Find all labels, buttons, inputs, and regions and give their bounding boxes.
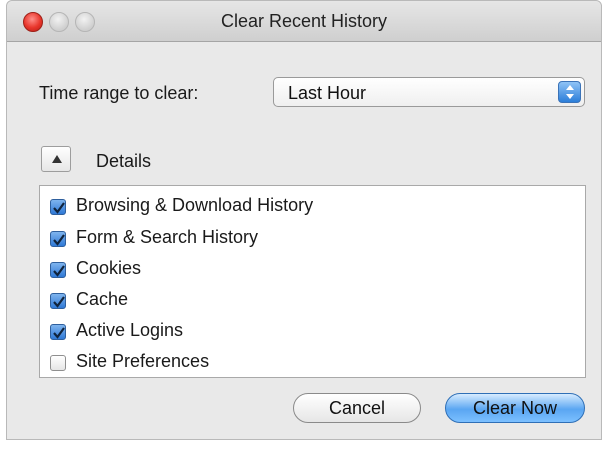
details-label: Details — [96, 151, 152, 171]
title-bar: Clear Recent History — [7, 1, 601, 42]
updown-arrows-icon — [558, 81, 581, 103]
checkbox[interactable] — [50, 293, 66, 309]
item-label: Form & Search History — [76, 227, 259, 247]
item-label: Cache — [76, 289, 129, 309]
checkmark-icon — [53, 234, 65, 246]
checkbox[interactable] — [50, 355, 66, 371]
checkbox[interactable] — [50, 231, 66, 247]
item-label: Active Logins — [76, 320, 184, 340]
details-list: Browsing & Download History Form & Searc… — [39, 185, 586, 378]
time-range-select[interactable]: Last Hour — [273, 77, 585, 107]
details-toggle-button[interactable] — [41, 146, 71, 172]
time-range-label: Time range to clear: — [39, 83, 199, 103]
window-title: Clear Recent History — [220, 11, 388, 31]
cancel-button[interactable]: Cancel — [293, 393, 421, 423]
checkmark-icon — [53, 265, 65, 277]
clear-now-button[interactable]: Clear Now — [445, 393, 585, 423]
checkbox[interactable] — [50, 262, 66, 278]
checkbox[interactable] — [50, 199, 66, 215]
item-label: Cookies — [76, 258, 142, 278]
checkmark-icon — [53, 327, 65, 339]
item-label: Site Preferences — [76, 351, 210, 371]
checkmark-icon — [53, 296, 65, 308]
clear-history-dialog: Clear Recent History Time range to clear… — [6, 0, 602, 440]
time-range-value: Last Hour — [288, 83, 367, 103]
checkmark-icon — [53, 202, 65, 214]
triangle-up-icon — [52, 155, 62, 163]
checkbox[interactable] — [50, 324, 66, 340]
item-label: Browsing & Download History — [76, 195, 314, 215]
